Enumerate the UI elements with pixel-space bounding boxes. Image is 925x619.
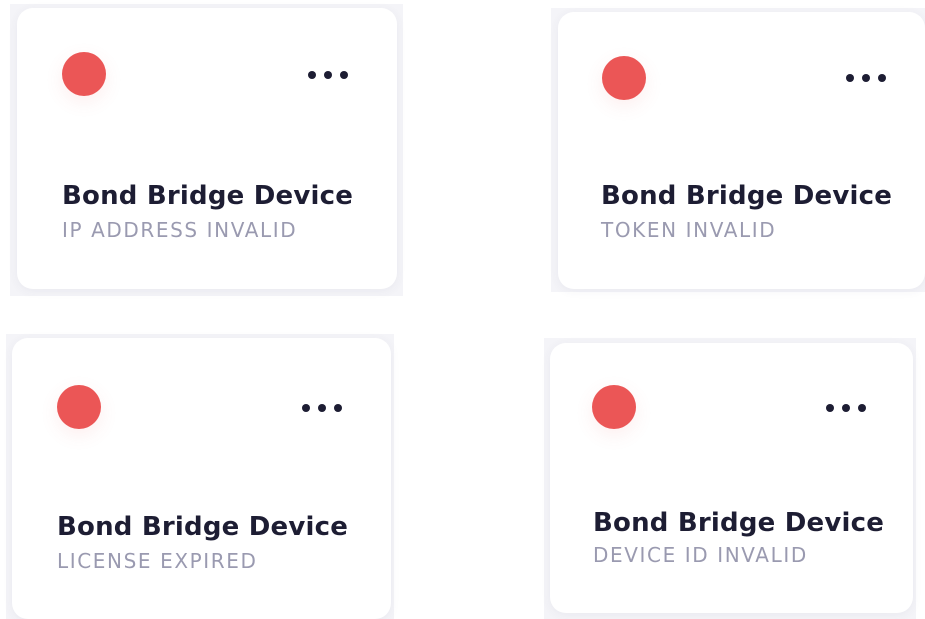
device-name: Bond Bridge Device <box>601 181 893 211</box>
more-options-icon[interactable] <box>302 400 342 416</box>
status-dot-icon <box>57 385 101 429</box>
menu-dot <box>858 404 866 412</box>
menu-dot <box>878 74 886 82</box>
device-name: Bond Bridge Device <box>57 512 349 542</box>
device-card[interactable] <box>12 338 391 619</box>
more-options-icon[interactable] <box>826 400 866 416</box>
more-options-icon[interactable] <box>308 67 348 83</box>
device-card[interactable] <box>17 8 397 289</box>
device-card[interactable] <box>558 12 925 289</box>
status-dot-icon <box>62 52 106 96</box>
menu-dot <box>318 404 326 412</box>
device-name: Bond Bridge Device <box>62 181 354 211</box>
menu-dot <box>846 74 854 82</box>
status-dot-icon <box>592 385 636 429</box>
device-card[interactable] <box>550 343 913 613</box>
menu-dot <box>334 404 342 412</box>
menu-dot <box>340 71 348 79</box>
device-status: TOKEN INVALID <box>601 218 777 242</box>
device-status: DEVICE ID INVALID <box>593 543 808 567</box>
menu-dot <box>302 404 310 412</box>
menu-dot <box>826 404 834 412</box>
menu-dot <box>842 404 850 412</box>
menu-dot <box>324 71 332 79</box>
menu-dot <box>308 71 316 79</box>
status-dot-icon <box>602 56 646 100</box>
more-options-icon[interactable] <box>846 70 886 86</box>
menu-dot <box>862 74 870 82</box>
device-status: IP ADDRESS INVALID <box>62 218 298 242</box>
device-status: LICENSE EXPIRED <box>57 549 258 573</box>
device-name: Bond Bridge Device <box>593 508 885 538</box>
